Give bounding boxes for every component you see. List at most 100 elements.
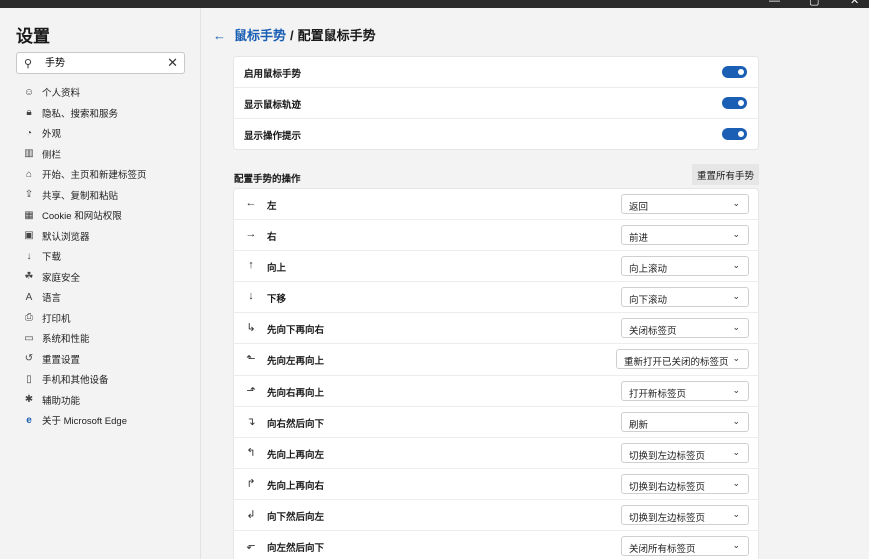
gesture-action-dropdown[interactable]: 关闭所有标签页 ⌄ [621, 536, 749, 557]
gesture-action-dropdown[interactable]: 关闭标签页 ⌄ [621, 318, 749, 339]
sidebar-item-label: 语言 [42, 293, 62, 305]
window-titlebar: — ▢ ✕ [0, 0, 869, 8]
chevron-down-icon: ⌄ [732, 477, 740, 488]
gesture-action-dropdown[interactable]: 切换到左边标签页 ⌄ [621, 504, 749, 525]
gesture-label: 向上 [267, 263, 287, 275]
chevron-down-icon: ⌄ [732, 229, 740, 240]
language-icon: A [25, 291, 33, 303]
toggle-row-enable: 启用鼠标手势 [234, 57, 758, 88]
share-icon: ⇪ [24, 189, 34, 201]
sidebar-item-label: 下载 [42, 252, 62, 264]
gesture-action-dropdown[interactable]: 重新打开已关闭的标签页 ⌄ [616, 349, 749, 370]
enable-mouse-gestures-toggle[interactable] [722, 66, 747, 78]
toggle-row-hints: 显示操作提示 [234, 119, 758, 150]
gesture-row: ↴ 向右然后向下 刷新 ⌄ [234, 407, 758, 438]
close-icon[interactable]: ✕ [167, 55, 178, 71]
sidebar-item[interactable]: ↺ 重置设置 [22, 349, 192, 370]
gesture-action-dropdown[interactable]: 切换到左边标签页 ⌄ [621, 442, 749, 463]
close-window-icon[interactable]: ✕ [850, 0, 859, 8]
gesture-action-dropdown[interactable]: 前进 ⌄ [621, 225, 749, 246]
gesture-toggles-card: 启用鼠标手势 显示鼠标轨迹 显示操作提示 [233, 56, 759, 150]
gesture-action-dropdown[interactable]: 切换到右边标签页 ⌄ [621, 473, 749, 494]
reset-all-gestures-button[interactable]: 重置所有手势 [692, 164, 759, 185]
gesture-row: ⬑ 先向左再向上 重新打开已关闭的标签页 ⌄ [234, 344, 758, 376]
sidebar-item[interactable]: ⌂ 开始、主页和新建标签页 [22, 164, 192, 185]
sidebar-item[interactable]: ▭ 系统和性能 [22, 328, 192, 349]
sidebar-item-label: 关于 Microsoft Edge [42, 416, 127, 428]
gesture-action-dropdown[interactable]: 返回 ⌄ [621, 194, 749, 214]
profile-icon: ☺ [23, 86, 35, 98]
show-mouse-trail-toggle[interactable] [722, 97, 747, 109]
gesture-action-dropdown[interactable]: 向下滚动 ⌄ [621, 287, 749, 308]
maximize-icon[interactable]: ▢ [809, 0, 819, 8]
family-icon: ☘ [24, 271, 34, 283]
gesture-label: 右 [267, 232, 277, 244]
gesture-action-dropdown[interactable]: 刷新 ⌄ [621, 411, 749, 432]
sidebar-item-label: 共享、复制和粘贴 [42, 190, 119, 202]
lock-icon: 🔒︎ [26, 107, 32, 119]
up-right-icon: ↱ [246, 477, 256, 490]
left-up-icon: ⬑ [246, 353, 256, 366]
printer-icon: ⎙ [25, 312, 33, 324]
gesture-row: ↱ 先向上再向右 切换到右边标签页 ⌄ [234, 469, 758, 500]
sidebar-item[interactable]: ☘ 家庭安全 [22, 267, 192, 288]
dropdown-value: 重新打开已关闭的标签页 [624, 357, 729, 369]
sidebar-item[interactable]: ◔ 外观 [22, 123, 192, 144]
sidebar-item[interactable]: A 语言 [22, 287, 192, 308]
sidebar-item[interactable]: ⎙ 打印机 [22, 308, 192, 329]
minimize-icon[interactable]: — [769, 0, 780, 8]
sidebar-item[interactable]: ▯ 手机和其他设备 [22, 369, 192, 390]
sidebar-item[interactable]: ↓ 下载 [22, 246, 192, 267]
appearance-icon: ◔ [25, 127, 33, 139]
dropdown-value: 返回 [629, 202, 649, 213]
chevron-down-icon: ⌄ [732, 446, 740, 457]
settings-search[interactable]: ⚲ ✕ [16, 52, 185, 74]
breadcrumb-mouse-gestures[interactable]: 鼠标手势 [234, 28, 286, 43]
gesture-row: ← 左 返回 ⌄ [234, 189, 758, 221]
sidebar-item-label: 打印机 [42, 313, 71, 325]
sidebar-item-label: 系统和性能 [42, 334, 90, 346]
show-action-hints-toggle[interactable] [722, 128, 747, 140]
search-input[interactable] [45, 56, 155, 67]
gesture-action-dropdown[interactable]: 打开新标签页 ⌄ [621, 380, 749, 401]
sidebar-icon: ▥ [24, 148, 34, 160]
dropdown-value: 关闭所有标签页 [629, 544, 696, 556]
gesture-label: 先向右再向上 [267, 387, 325, 399]
sidebar-item[interactable]: e 关于 Microsoft Edge [22, 410, 192, 431]
main-content: ← 鼠标手势 / 配置鼠标手势 启用鼠标手势 显示鼠标轨迹 显示操作提示 配置手势的操… [202, 8, 869, 559]
gesture-label: 左 [267, 201, 277, 212]
gesture-label: 先向上再向左 [267, 449, 325, 461]
sidebar-item-label: 开始、主页和新建标签页 [42, 170, 147, 182]
sidebar-item-label: Cookie 和网站权限 [42, 211, 122, 223]
sidebar-item[interactable]: ⇪ 共享、复制和粘贴 [22, 185, 192, 206]
sidebar-item-label: 默认浏览器 [42, 231, 90, 243]
settings-sidebar: 设置 ⚲ ✕ ☺ 个人资料 🔒︎ 隐私、搜索和服务 ◔ 外观 ▥ 侧栏 ⌂ 开始、主页和新建标签页… [0, 8, 201, 559]
dropdown-value: 关闭标签页 [629, 326, 677, 338]
gesture-action-dropdown[interactable]: 向上滚动 ⌄ [621, 256, 749, 277]
toggle-row-trail: 显示鼠标轨迹 [234, 88, 758, 119]
settings-title: 设置 [16, 27, 50, 46]
back-arrow-icon[interactable]: ← [213, 28, 226, 43]
sidebar-item[interactable]: ▣ 默认浏览器 [22, 226, 192, 247]
dropdown-value: 打开新标签页 [629, 388, 687, 400]
sidebar-item[interactable]: 🔒︎ 隐私、搜索和服务 [22, 103, 192, 124]
chevron-down-icon: ⌄ [732, 322, 740, 333]
sidebar-item[interactable]: ☺ 个人资料 [22, 82, 192, 103]
sidebar-item[interactable]: ▦ Cookie 和网站权限 [22, 205, 192, 226]
arrow-left-icon: ← [245, 197, 257, 209]
gesture-row: ↑ 向上 向上滚动 ⌄ [234, 251, 758, 283]
page-title: 配置鼠标手势 [297, 28, 376, 43]
sidebar-item[interactable]: ✱ 辅助功能 [22, 390, 192, 411]
sidebar-item[interactable]: ▥ 侧栏 [22, 144, 192, 165]
sidebar-item-label: 个人资料 [42, 88, 81, 100]
down-right-icon: ↳ [246, 322, 256, 335]
right-up-icon: ⬏ [246, 384, 256, 397]
sidebar-item-label: 隐私、搜索和服务 [42, 108, 119, 120]
chevron-down-icon: ⌄ [732, 260, 740, 271]
gesture-label: 向下然后向左 [267, 511, 325, 523]
chevron-down-icon: ⌄ [732, 353, 740, 364]
gesture-row: ↳ 先向下再向右 关闭标签页 ⌄ [234, 313, 758, 345]
edge-logo-icon: e [26, 414, 32, 426]
sidebar-item-label: 外观 [42, 129, 62, 141]
gesture-label: 向右然后向下 [267, 418, 325, 430]
